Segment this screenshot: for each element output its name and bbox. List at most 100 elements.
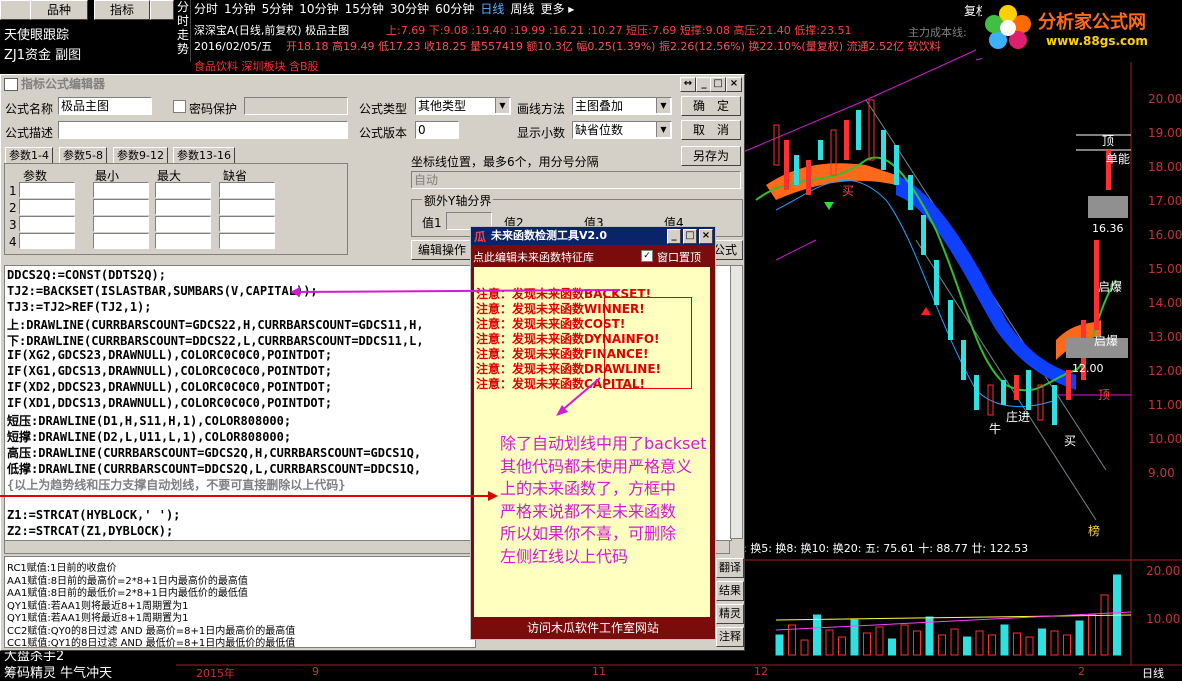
code-line: Z1:=STRCAT(HYBLOCK,' '); bbox=[7, 508, 181, 522]
code-line: DDCS2Q:=CONST(DDTS2Q); bbox=[7, 268, 166, 282]
maximize-icon[interactable]: □ bbox=[683, 229, 697, 244]
param-cell[interactable] bbox=[155, 216, 211, 232]
buy-triangle bbox=[824, 202, 834, 210]
label-ding: 顶 bbox=[1102, 134, 1115, 148]
code-line: 短撑:DRAWLINE(D2,L,U11,L,1),COLOR808000; bbox=[7, 430, 292, 444]
code-line: 下:DRAWLINE(CURRBARSCOUNT=DDCS22,L,CURRBA… bbox=[7, 334, 424, 348]
param-cell[interactable] bbox=[93, 216, 149, 232]
param-cell[interactable] bbox=[155, 182, 211, 198]
param-cell[interactable] bbox=[219, 199, 275, 215]
version-input[interactable]: 0 bbox=[415, 121, 459, 139]
volume-bar bbox=[950, 628, 959, 656]
param-cell[interactable] bbox=[219, 182, 275, 198]
x-axis-label: 2015年 bbox=[196, 667, 235, 680]
volume-bar bbox=[1075, 620, 1084, 656]
version-label: 公式版本 bbox=[359, 126, 408, 140]
close-icon[interactable]: × bbox=[726, 77, 742, 92]
param-cell[interactable] bbox=[19, 216, 75, 232]
comment-button[interactable]: 注释 bbox=[716, 627, 744, 647]
param-cell[interactable] bbox=[19, 233, 75, 249]
param-cell[interactable] bbox=[93, 182, 149, 198]
password-input[interactable] bbox=[244, 97, 348, 115]
logo-url: www.88gs.com bbox=[1046, 34, 1148, 48]
name-label: 公式名称 bbox=[5, 102, 54, 116]
vol-ma bbox=[775, 614, 1132, 621]
cancel-button[interactable]: 取 消 bbox=[681, 120, 741, 140]
volume-bar bbox=[1000, 624, 1009, 656]
translate-button[interactable]: 翻译 bbox=[716, 558, 744, 578]
tab-params-1-4[interactable]: 参数1-4 bbox=[5, 147, 53, 164]
type-select[interactable]: 其他类型 bbox=[415, 97, 511, 115]
param-cell[interactable] bbox=[155, 199, 211, 215]
draw-select[interactable]: 主图叠加 bbox=[572, 97, 672, 115]
result-button[interactable]: 结果 bbox=[716, 581, 744, 601]
left-tab-3[interactable] bbox=[150, 0, 174, 20]
list-item[interactable]: ZJ1资金 副图 bbox=[4, 44, 81, 63]
desc-input[interactable] bbox=[58, 121, 348, 139]
code-line: IF(XG2,GDCS23,DRAWNULL),COLORC0C0C0,POIN… bbox=[7, 348, 333, 362]
left-tab-variety[interactable]: 品种 bbox=[30, 0, 88, 20]
tab-params-5-8[interactable]: 参数5-8 bbox=[59, 147, 107, 164]
popup-titlebar[interactable]: 瓜 未来函数检测工具V2.0 _ □ × bbox=[471, 227, 715, 245]
minimize-icon[interactable]: _ bbox=[667, 229, 681, 244]
editor-titlebar[interactable]: 指标公式编辑器 ↔ _ □ × bbox=[1, 75, 744, 93]
y-tick-label: 14.00 bbox=[1148, 296, 1182, 310]
list-item[interactable]: 筹码精灵 牛气冲天 bbox=[4, 662, 112, 681]
pin-checkbox[interactable]: ✓ bbox=[641, 250, 653, 262]
param-cell[interactable] bbox=[155, 233, 211, 249]
decimal-select[interactable]: 缺省位数 bbox=[572, 121, 672, 139]
pink-line bbox=[775, 239, 817, 261]
label-niu: 牛 bbox=[989, 422, 1002, 436]
tab-params-9-12[interactable]: 参数9-12 bbox=[113, 147, 168, 164]
param-cell[interactable] bbox=[19, 199, 75, 215]
annotation-line: 除了自动划线中用了backset bbox=[500, 434, 707, 453]
param-cell[interactable] bbox=[93, 199, 149, 215]
volume-bar bbox=[775, 634, 784, 656]
edit-library-link[interactable]: 点此编辑未来函数特征库 bbox=[473, 249, 594, 265]
param-cell[interactable] bbox=[219, 233, 275, 249]
label-buy2: 买 bbox=[1064, 434, 1077, 448]
close-icon[interactable]: × bbox=[699, 229, 713, 244]
notes-panel[interactable]: RC1赋值:1日前的收盘价 AA1赋值:8日前的最高价=2*8+1日内最高价的最高… bbox=[4, 556, 476, 648]
volume-bar bbox=[1025, 636, 1034, 656]
param-cell[interactable] bbox=[19, 182, 75, 198]
coord-input[interactable]: 自动 bbox=[411, 171, 741, 189]
param-cell[interactable] bbox=[219, 216, 275, 232]
editor-app-icon bbox=[4, 78, 18, 91]
param-cell[interactable] bbox=[93, 233, 149, 249]
y-tick-label: 19.00 bbox=[1148, 126, 1182, 140]
volume-bar bbox=[988, 634, 996, 656]
ok-button[interactable]: 确 定 bbox=[681, 96, 741, 116]
price-tag-1200: 12.00 bbox=[1072, 362, 1104, 375]
sell-triangle bbox=[921, 307, 931, 315]
password-checkbox[interactable] bbox=[173, 100, 186, 113]
website-link[interactable]: 访问木瓜软件工作室网站 bbox=[471, 619, 715, 636]
pin-label: 窗口置顶 bbox=[657, 251, 701, 264]
tab-params-13-16[interactable]: 参数13-16 bbox=[173, 147, 235, 164]
name-input[interactable]: 极品主图 bbox=[58, 97, 152, 115]
left-tab-indicator[interactable]: 指标 bbox=[94, 0, 150, 20]
list-item[interactable]: 天使眼跟踪 bbox=[4, 24, 69, 43]
x-axis-label: 12 bbox=[754, 665, 768, 678]
edit-op-button[interactable]: 编辑操作 bbox=[411, 240, 473, 260]
x-axis-label: 2 bbox=[1078, 665, 1085, 678]
label-zhuang: 庄进 bbox=[1006, 410, 1031, 424]
y-tick-label: 15.00 bbox=[1148, 262, 1182, 276]
code-line: TJ2:=BACKSET(ISLASTBAR,SUMBARS(V,CAPITAL… bbox=[7, 284, 318, 298]
volume-bar bbox=[838, 636, 846, 656]
code-line: IF(XD1,DDCS13,DRAWNULL),COLORC0C0C0,POIN… bbox=[7, 396, 333, 410]
code-vscrollbar[interactable] bbox=[730, 265, 743, 539]
x-axis-label: 11 bbox=[592, 665, 606, 678]
wizard-button[interactable]: 精灵 bbox=[716, 604, 744, 624]
restore-icon[interactable]: ↔ bbox=[680, 77, 696, 92]
maximize-icon[interactable]: □ bbox=[710, 77, 726, 92]
saveas-button[interactable]: 另存为 bbox=[681, 146, 741, 166]
volume-bar bbox=[825, 629, 834, 656]
sub-y-10: 10.00 bbox=[1146, 612, 1181, 626]
x-axis-period[interactable]: 日线 bbox=[1142, 665, 1164, 681]
volume-bar bbox=[888, 638, 896, 656]
volume-bar bbox=[800, 639, 809, 656]
volume-bar bbox=[1088, 614, 1096, 656]
note-line: CC1赋值:QY1的8日过滤 AND 最低价=8+1日内最低价的最低值 bbox=[7, 638, 296, 648]
volume-bar bbox=[913, 630, 921, 656]
